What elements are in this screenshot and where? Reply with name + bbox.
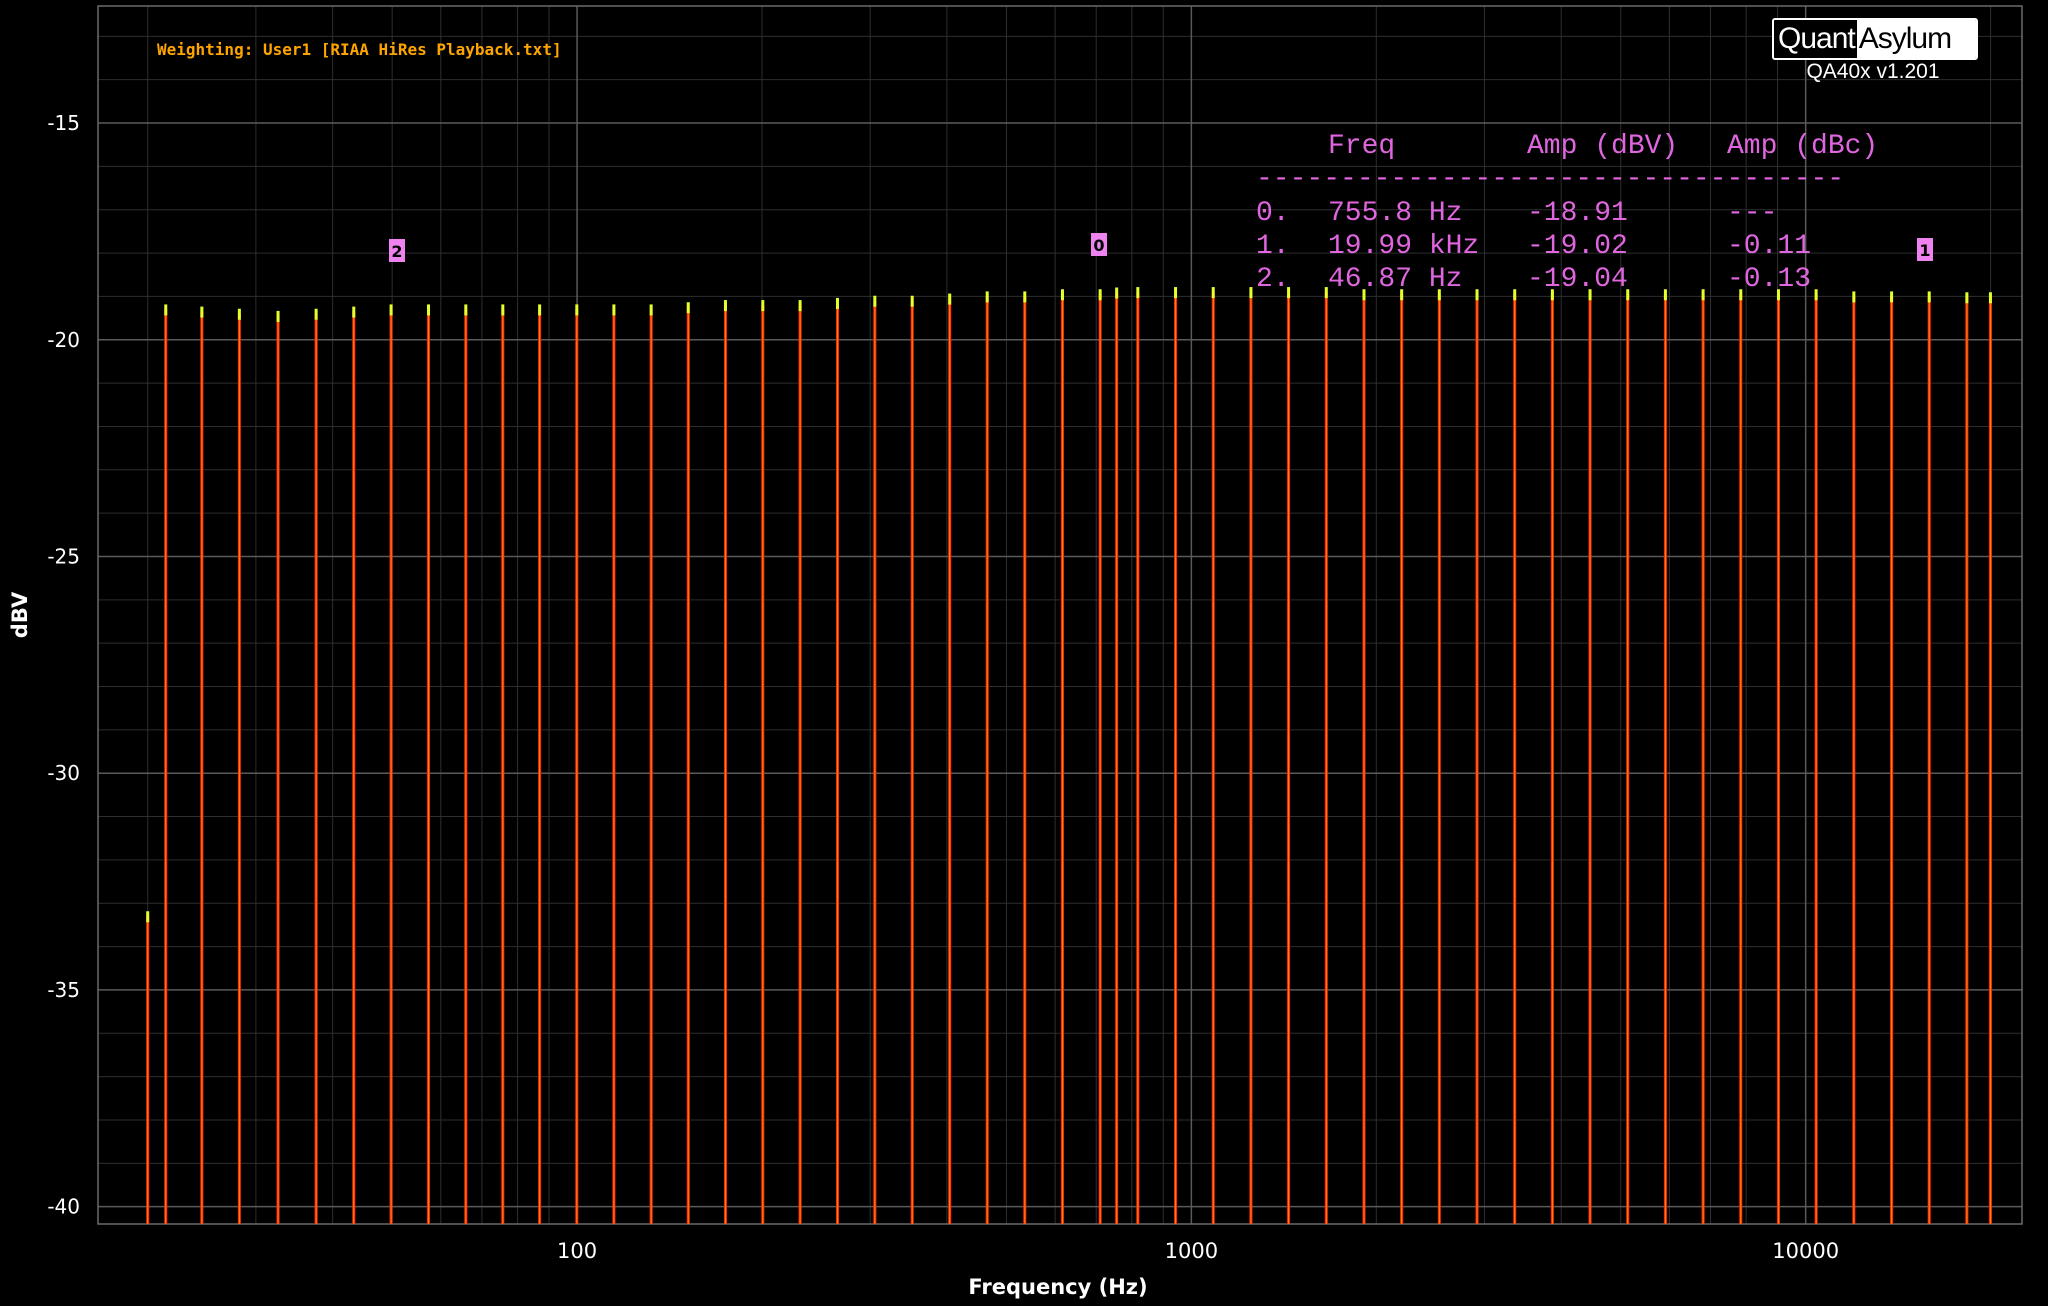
tone-peak-cap: [910, 295, 914, 307]
tone-peak-cap: [985, 291, 989, 303]
table-header-freq: Freq: [1328, 131, 1395, 162]
tone-peak-cap: [146, 911, 150, 923]
x-tick-label: 100: [557, 1239, 597, 1263]
marker-label: 0: [1093, 236, 1104, 255]
table-header-amp-dbc: Amp (dBc): [1727, 131, 1878, 162]
tone-peak-cap: [1965, 292, 1969, 304]
table-row-freq: 19.99 kHz: [1328, 231, 1479, 262]
tone-peak-cap: [1890, 291, 1894, 303]
y-tick-label: -20: [47, 328, 80, 352]
table-row-amp-dbv: -19.02: [1527, 231, 1628, 262]
table-row-amp-dbv: -18.91: [1527, 198, 1628, 229]
tone-peak-cap: [1513, 289, 1517, 301]
weighting-label: Weighting: User1 [RIAA HiRes Playback.tx…: [157, 40, 562, 59]
spectrum-chart: -15 -20 -25 -30 -35 -40 100 1000 10000 dBV Freq…: [0, 0, 2048, 1306]
tone-peak-cap: [427, 304, 431, 316]
tone-peak-cap: [1098, 289, 1102, 301]
marker-label: 1: [1919, 241, 1930, 260]
table-row-freq: 755.8 Hz: [1328, 198, 1462, 229]
tone-peak-cap: [612, 304, 616, 316]
tone-peak-cap: [1927, 291, 1931, 303]
tone-peak-cap: [1211, 287, 1215, 299]
y-tick-label: -25: [47, 544, 80, 568]
tone-peak-cap: [389, 304, 393, 316]
table-row-index: 1.: [1256, 231, 1290, 262]
tone-peak-cap: [237, 308, 241, 320]
tone-peak-cap: [276, 310, 280, 322]
y-axis-label: dBV: [8, 591, 32, 638]
y-tick-label: -15: [47, 111, 80, 135]
tone-peak-cap: [575, 304, 579, 316]
tone-peak-cap: [1060, 289, 1064, 301]
table-row-index: 0.: [1256, 198, 1290, 229]
tone-peak-cap: [200, 306, 204, 318]
x-axis-label: Frequency (Hz): [968, 1275, 1147, 1299]
table-row-amp-dbc: -0.11: [1727, 231, 1811, 262]
tone-peak-cap: [1663, 289, 1667, 301]
tone-peak-cap: [723, 300, 727, 312]
tone-peak-cap: [948, 293, 952, 305]
tone-peak-cap: [761, 300, 765, 312]
x-tick-label: 1000: [1165, 1239, 1218, 1263]
tone-peak-cap: [1023, 291, 1027, 303]
tone-peak-cap: [686, 302, 690, 314]
tone-peak-cap: [1852, 291, 1856, 303]
tone-peak-cap: [164, 304, 168, 316]
logo-text-right: Asylum: [1856, 20, 1976, 58]
tone-peak-cap: [538, 304, 542, 316]
version-label: QA40x v1.201: [1806, 60, 1940, 83]
table-row-freq: 46.87 Hz: [1328, 264, 1462, 295]
tone-peak-cap: [1174, 287, 1178, 299]
tone-peak-cap: [1115, 287, 1119, 299]
quantasylum-logo: Quant Asylum: [1772, 18, 1978, 60]
table-row-amp-dbv: -19.04: [1527, 264, 1628, 295]
tone-peak-cap: [1136, 287, 1140, 299]
tone-peak-cap: [1249, 287, 1253, 299]
tone-peak-cap: [835, 297, 839, 309]
logo-text-left: Quant: [1774, 20, 1857, 58]
tone-peak-cap: [464, 304, 468, 316]
tone-peak-cap: [798, 300, 802, 312]
table-separator: -----------------------------------: [1256, 164, 1844, 195]
tone-peak-cap: [873, 295, 877, 307]
tone-peak-cap: [1701, 289, 1705, 301]
table-header-amp-dbv: Amp (dBV): [1527, 131, 1678, 162]
y-tick-label: -40: [47, 1195, 80, 1219]
tone-peak-cap: [314, 308, 318, 320]
tone-peak-cap: [1475, 289, 1479, 301]
table-row-amp-dbc: ---: [1727, 198, 1777, 229]
table-row-amp-dbc: -0.13: [1727, 264, 1811, 295]
tone-peak-cap: [501, 304, 505, 316]
tone-peak-cap: [352, 306, 356, 318]
y-tick-label: -35: [47, 978, 80, 1002]
x-tick-label: 10000: [1772, 1239, 1839, 1263]
tone-peak-cap: [1814, 289, 1818, 301]
marker-label: 2: [391, 242, 402, 261]
y-tick-label: -30: [47, 761, 80, 785]
tone-peak-cap: [1988, 292, 1992, 304]
tone-peak-cap: [649, 304, 653, 316]
table-row-index: 2.: [1256, 264, 1290, 295]
